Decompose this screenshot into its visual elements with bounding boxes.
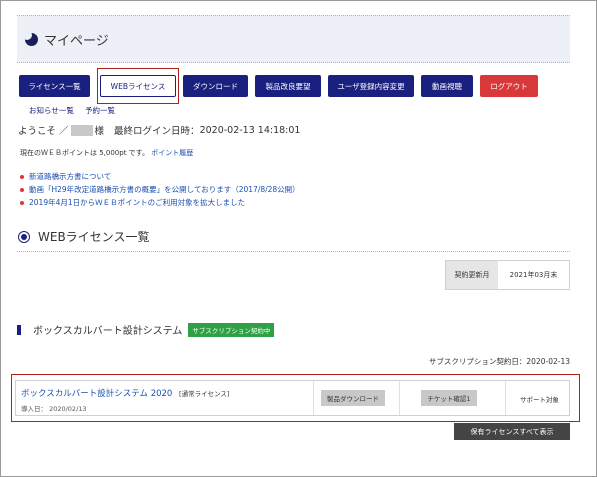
column-divider [505, 381, 506, 415]
nav-improvement-request-button[interactable]: 製品改良要望 [255, 75, 321, 97]
points-history-link[interactable]: ポイント履歴 [151, 149, 193, 157]
welcome-line: ようこそ ／ 様 最終ログイン日時： 2020-02-13 14:18:01 [18, 123, 300, 137]
reservation-list-link[interactable]: 予約一覧 [85, 105, 115, 116]
show-all-licenses-button[interactable]: 保有ライセンスすべて表示 [454, 423, 570, 440]
news-item[interactable]: 新道路橋示方書について [20, 171, 111, 182]
ticket-confirm-button[interactable]: チケット確認1 [421, 390, 477, 406]
renewal-value: 2021年03月末 [509, 271, 558, 279]
news-item-text[interactable]: 新道路橋示方書について [29, 171, 111, 182]
product-download-button[interactable]: 製品ダウンロード [321, 390, 385, 406]
page-header: マイページ [17, 15, 570, 63]
license-name-link[interactable]: ボックスカルバート設計システム 2020 [21, 389, 172, 399]
news-item[interactable]: 2019年4月1日からＷＥＢポイントのご利用対象を拡大しました [20, 197, 245, 208]
section-heading: WEBライセンス一覧 [18, 228, 149, 245]
bullet-icon [20, 187, 24, 192]
section-divider [17, 251, 570, 252]
nav-video-button[interactable]: 動画視聴 [421, 75, 473, 97]
bar-icon [17, 324, 21, 335]
bullet-icon [20, 200, 24, 205]
subscription-badge: サブスクリプション契約中 [188, 322, 275, 337]
page-title: マイページ [44, 34, 109, 49]
last-login-value: 2020-02-13 14:18:01 [199, 124, 301, 136]
news-item-text[interactable]: 2019年4月1日からＷＥＢポイントのご利用対象を拡大しました [29, 197, 245, 208]
news-item[interactable]: 動画「H29年改定道路橋示方書の概要」を公開しております（2017/8/28公開… [20, 184, 300, 195]
news-item-text[interactable]: 動画「H29年改定道路橋示方書の概要」を公開しております（2017/8/28公開… [29, 184, 300, 195]
points-info: 現在のＷＥＢポイントは 5,000pt です。 ポイント履歴 [20, 148, 193, 158]
user-name-masked [70, 124, 93, 136]
nav-license-list-button[interactable]: ライセンス一覧 [19, 75, 90, 97]
license-row: ボックスカルバート設計システム 2020 [通常ライセンス] 導入日： 2020… [15, 380, 570, 416]
nav-download-button[interactable]: ダウンロード [183, 75, 248, 97]
radio-bullet-icon [18, 230, 30, 243]
section-title: WEBライセンス一覧 [38, 230, 150, 244]
welcome-honorific: 様 [94, 126, 105, 137]
install-date: 導入日： 2020/02/13 [21, 405, 87, 413]
highlight-frame [97, 68, 179, 104]
logout-button[interactable]: ログアウト [480, 75, 538, 97]
renewal-box: 契約更新月 2021年03月末 [445, 260, 570, 290]
column-divider [399, 381, 400, 415]
column-divider [313, 381, 314, 415]
last-login-label: 最終ログイン日時： [114, 126, 200, 137]
support-status: サポート対象 [520, 396, 559, 404]
points-text: 現在のＷＥＢポイントは 5,000pt です。 [20, 149, 149, 157]
contract-date: サブスクリプション契約日：2020-02-13 [428, 357, 570, 366]
news-list-link[interactable]: お知らせ一覧 [29, 105, 74, 116]
nav-user-info-change-button[interactable]: ユーザ登録内容変更 [328, 75, 414, 97]
bullet-icon [20, 174, 24, 179]
product-name: ボックスカルバート設計システム [33, 326, 183, 337]
renewal-label: 契約更新月 [446, 261, 498, 289]
license-name-line: ボックスカルバート設計システム 2020 [通常ライセンス] [21, 387, 229, 399]
welcome-greeting: ようこそ ／ [18, 126, 69, 137]
moon-icon [22, 30, 38, 46]
product-heading: ボックスカルバート設計システム サブスクリプション契約中 [17, 322, 275, 337]
license-type: [通常ライセンス] [179, 390, 230, 398]
